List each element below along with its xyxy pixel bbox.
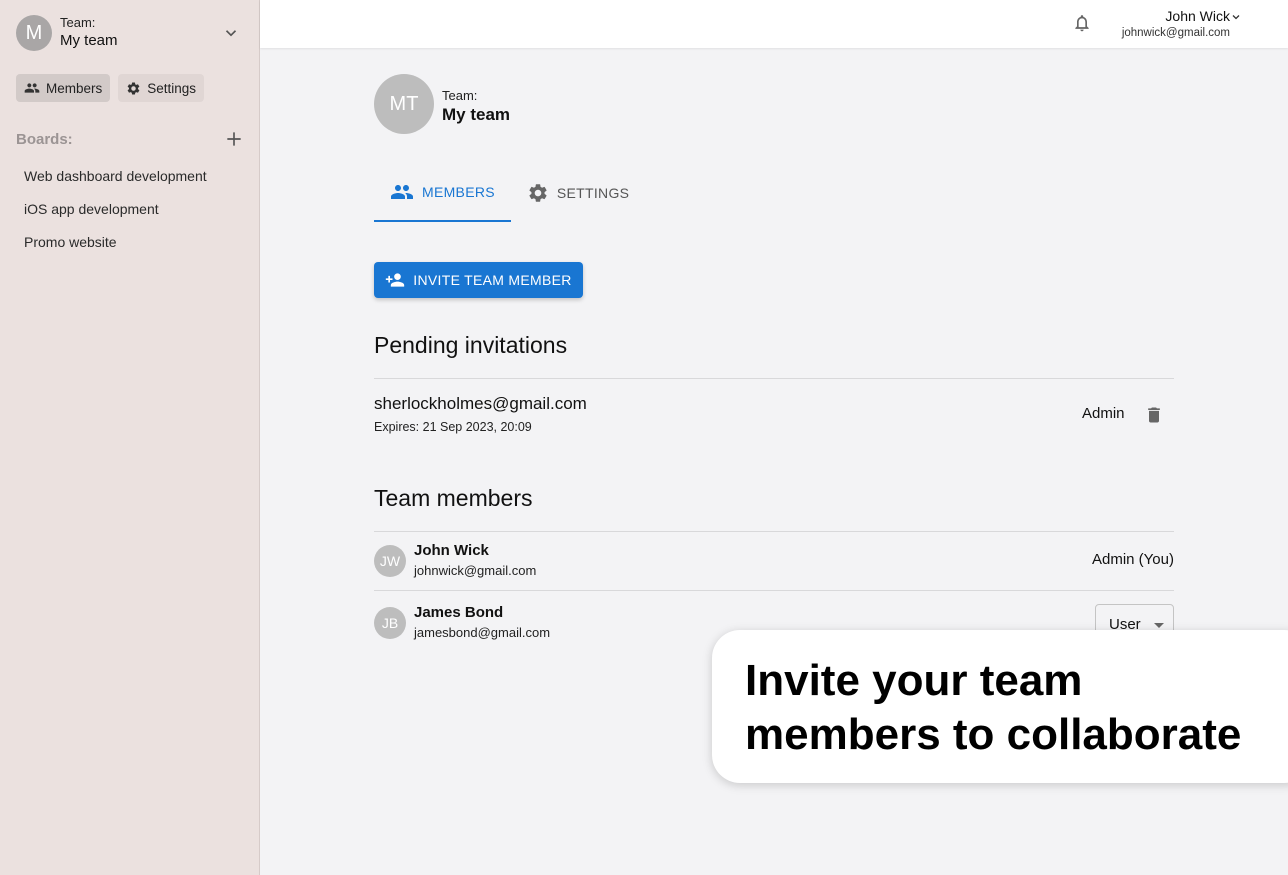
avatar: JB (374, 607, 406, 639)
boards-header: Boards: (16, 128, 244, 150)
pending-invitations-title: Pending invitations (374, 332, 568, 358)
tab-members-label: MEMBERS (422, 184, 495, 200)
board-item[interactable]: Web dashboard development (24, 166, 207, 199)
divider (374, 378, 1174, 379)
team-label: Team: (60, 15, 96, 30)
team-avatar-large: MT (374, 74, 434, 134)
chevron-down-icon (1232, 15, 1240, 20)
user-name: John Wick (1165, 8, 1230, 24)
invite-button-label: INVITE TEAM MEMBER (413, 272, 572, 288)
team-avatar: M (16, 15, 52, 51)
invite-team-member-button[interactable]: INVITE TEAM MEMBER (374, 262, 583, 298)
top-bar: John Wick johnwick@gmail.com (260, 0, 1288, 48)
invitation-email: sherlockholmes@gmail.com (374, 394, 587, 413)
board-item[interactable]: Promo website (24, 232, 207, 265)
boards-label: Boards: (16, 130, 73, 148)
tab-settings[interactable]: SETTINGS (511, 164, 645, 222)
invitation-expiry: Expires: 21 Sep 2023, 20:09 (374, 420, 532, 434)
sidebar-nav: Members Settings (16, 74, 205, 102)
team-name: My team (442, 105, 511, 124)
team-heading: Team: My team (442, 88, 510, 126)
chevron-down-icon (225, 30, 237, 37)
caret-down-icon (1154, 623, 1164, 628)
team-label: Team: (442, 88, 478, 103)
gear-icon (127, 82, 140, 94)
team-members-title: Team members (374, 485, 533, 511)
board-item[interactable]: iOS app development (24, 199, 207, 232)
tab-settings-label: SETTINGS (556, 185, 630, 201)
team-switcher[interactable]: M Team: My team (16, 14, 244, 52)
user-email: johnwick@gmail.com (1121, 27, 1230, 39)
people-icon (391, 185, 413, 199)
member-email: johnwick@gmail.com (414, 563, 537, 578)
member-email: jamesbond@gmail.com (414, 625, 551, 640)
team-name: My team (60, 32, 118, 49)
member-name: John Wick (414, 542, 489, 559)
member-role: Admin (You) (1092, 551, 1174, 568)
add-board-icon[interactable] (224, 129, 244, 149)
avatar: JW (374, 545, 406, 577)
delete-icon[interactable] (1144, 404, 1164, 426)
member-row: JW John Wick johnwick@gmail.com Admin (Y… (374, 532, 1174, 582)
sidebar-members-label: Members (46, 80, 103, 96)
tabs: MEMBERS SETTINGS (374, 164, 645, 222)
sidebar-settings-label: Settings (147, 80, 197, 96)
people-icon (24, 83, 40, 93)
board-list: Web dashboard development iOS app develo… (24, 166, 207, 265)
person-add-icon (386, 273, 405, 287)
promo-callout-text: Invite your team members to collaborate (745, 656, 1242, 759)
invitation-role[interactable]: Admin (1082, 405, 1125, 422)
divider (374, 590, 1174, 591)
sidebar: M Team: My team Members Settings Boards:… (0, 0, 260, 875)
sidebar-members-button[interactable]: Members (16, 74, 111, 102)
member-name: James Bond (414, 604, 504, 621)
promo-callout: Invite your team members to collaborate (712, 630, 1288, 783)
bell-icon[interactable] (1072, 12, 1092, 34)
gear-icon (529, 184, 547, 202)
sidebar-settings-button[interactable]: Settings (118, 74, 205, 102)
tab-members[interactable]: MEMBERS (374, 164, 511, 222)
user-menu[interactable]: John Wick johnwick@gmail.com (1121, 8, 1240, 40)
